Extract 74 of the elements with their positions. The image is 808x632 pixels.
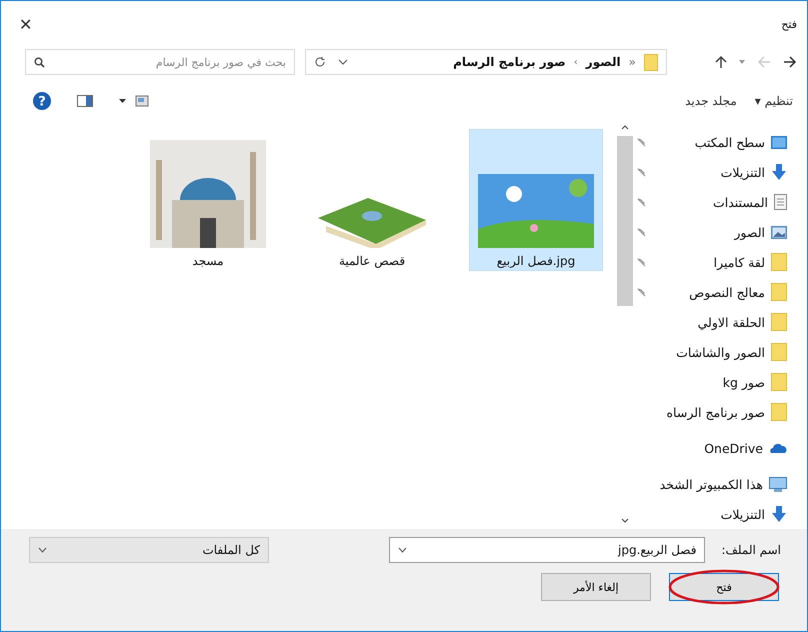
navigation-item[interactable]: لقة كاميرا — [633, 247, 807, 277]
navigation-item[interactable]: معالج النصوص — [633, 277, 807, 307]
navigation-item[interactable]: OneDrive — [633, 433, 807, 463]
breadcrumb-separator: › — [574, 56, 578, 68]
navigation-item[interactable]: الصور — [633, 217, 807, 247]
navigation-item[interactable]: التنزيلات — [633, 499, 807, 529]
scroll-down-icon[interactable] — [621, 518, 629, 523]
navigation-item[interactable]: سطح المكتب — [633, 127, 807, 157]
navigation-label: التنزيلات — [720, 506, 765, 522]
file-name: jpg.فصل الربيع — [496, 254, 576, 268]
search-field[interactable]: بحث في صور برنامج الرسام — [25, 49, 295, 75]
folder-icon — [771, 403, 787, 421]
preview-pane-icon[interactable] — [77, 95, 93, 107]
file-item[interactable]: مسجد — [141, 129, 275, 271]
download-arrow-icon — [771, 164, 787, 180]
navigation-item[interactable]: الحلقة الاولي — [633, 307, 807, 337]
chevron-down-icon — [38, 547, 47, 553]
navigation-label: OneDrive — [704, 440, 763, 456]
navigation-label: الحلقة الاولي — [698, 314, 765, 330]
cancel-button[interactable]: إلغاء الأمر — [541, 573, 651, 601]
pictures-icon — [771, 226, 787, 238]
file-name-combobox[interactable]: فصل الربيع.jpg — [389, 537, 706, 563]
breadcrumb-item[interactable]: الصور — [586, 55, 621, 69]
chevron-down-icon — [398, 547, 408, 553]
file-name: قصص عالمية — [338, 254, 406, 268]
forward-arrow-icon[interactable] — [783, 56, 797, 68]
desktop-icon — [771, 136, 787, 148]
navigation-item[interactable]: المستندات — [633, 187, 807, 217]
file-item[interactable]: jpg.فصل الربيع — [469, 129, 603, 271]
scrollbar-thumb[interactable] — [617, 136, 633, 306]
file-item[interactable]: قصص عالمية — [305, 129, 439, 271]
navigation-label: الصور — [734, 224, 765, 240]
folder-icon — [771, 343, 787, 361]
close-button[interactable]: ✕ — [13, 14, 38, 34]
navigation-label: لقة كاميرا — [714, 254, 765, 270]
folder-icon — [644, 54, 658, 70]
folder-icon — [771, 283, 787, 301]
document-icon — [774, 194, 787, 210]
navigation-item[interactable]: هذا الكمبيوتر الشخد — [633, 469, 807, 499]
computer-icon — [769, 476, 787, 492]
window-title: فتح — [781, 18, 797, 30]
navigation-item[interactable]: صور برنامج الرساه — [633, 397, 807, 427]
file-name: مسجد — [192, 254, 224, 268]
folder-icon — [771, 253, 787, 271]
navigation-item[interactable]: صور kg — [633, 367, 807, 397]
organize-menu[interactable]: تنظيم ▾ — [754, 94, 793, 108]
navigation-label: سطح المكتب — [694, 134, 765, 150]
search-icon — [34, 57, 45, 68]
navigation-label: الصور والشاشات — [676, 344, 765, 360]
help-icon[interactable]: ? — [33, 92, 51, 110]
up-arrow-icon[interactable] — [715, 55, 727, 69]
view-options-icon[interactable] — [119, 95, 149, 107]
navigation-item[interactable]: الصور والشاشات — [633, 337, 807, 367]
file-name-label: اسم الملف: — [721, 543, 781, 557]
navigation-item[interactable]: التنزيلات — [633, 157, 807, 187]
download-arrow-icon — [771, 506, 787, 522]
scroll-up-icon[interactable] — [621, 125, 629, 130]
refresh-icon[interactable] — [314, 56, 326, 68]
navigation-label: صور برنامج الرساه — [666, 404, 765, 420]
navigation-label: المستندات — [712, 194, 768, 210]
dropdown-caret-icon[interactable] — [739, 60, 745, 64]
new-folder-button[interactable]: مجلد جديد — [685, 94, 737, 108]
navigation-label: هذا الكمبيوتر الشخد — [660, 476, 763, 492]
navigation-label: التنزيلات — [720, 164, 765, 180]
file-type-dropdown[interactable]: كل الملفات — [29, 537, 269, 563]
folder-icon — [771, 313, 787, 331]
cloud-icon — [769, 443, 787, 453]
navigation-label: صور kg — [722, 374, 765, 390]
chevron-down-icon[interactable] — [338, 59, 348, 65]
overflow-chevron[interactable]: « — [628, 55, 636, 69]
navigation-label: معالج النصوص — [689, 284, 765, 300]
breadcrumb-item[interactable]: صور برنامج الرسام — [453, 55, 566, 69]
address-bar[interactable]: « الصور › صور برنامج الرسام — [305, 49, 667, 75]
folder-icon — [771, 373, 787, 391]
